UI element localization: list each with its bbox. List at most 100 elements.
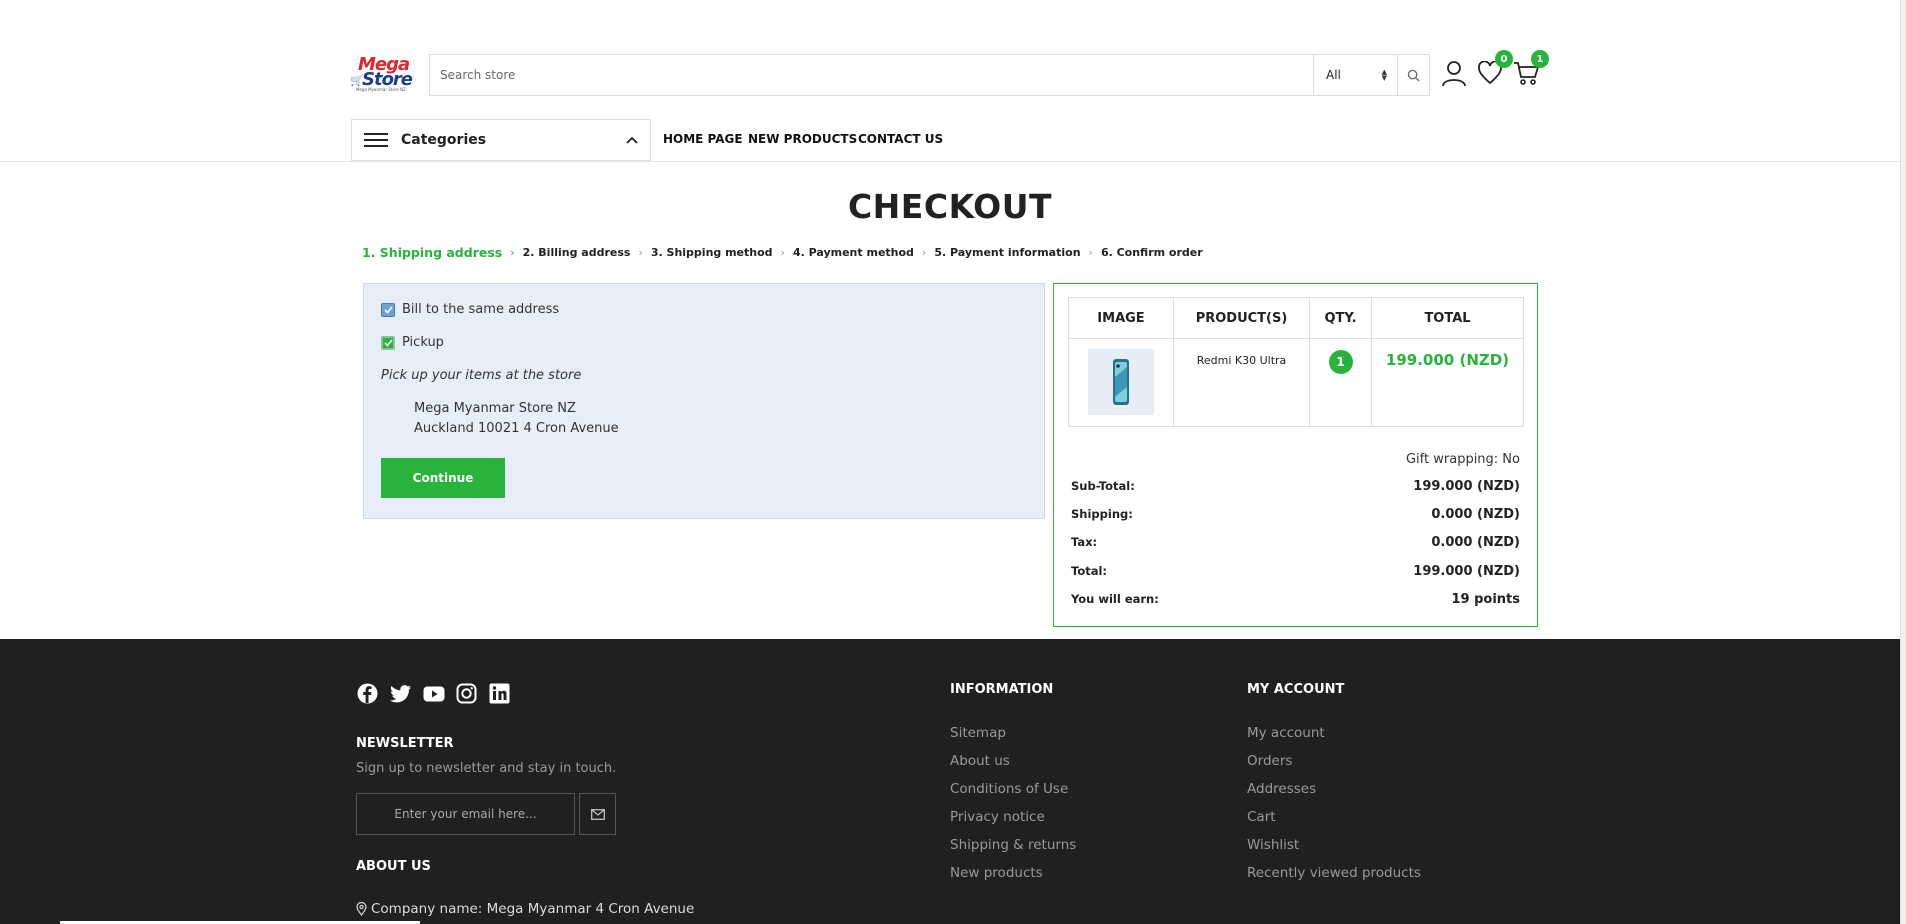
instagram-icon	[456, 683, 477, 704]
cell-image	[1068, 338, 1174, 427]
social-links	[356, 682, 511, 705]
step-shipping-address[interactable]: 1. Shipping address	[362, 245, 502, 260]
page-title: CHECKOUT	[847, 187, 1053, 226]
tax-label: Tax:	[1071, 535, 1098, 549]
location-pin-icon	[356, 902, 367, 916]
product-image[interactable]	[1088, 349, 1154, 415]
nav-contact-us[interactable]: CONTACT US	[858, 132, 943, 146]
nav-new-products[interactable]: NEW PRODUCTS	[748, 132, 857, 146]
newsletter-email-input[interactable]	[356, 793, 575, 835]
select-arrows-icon: ▲ ▼	[1381, 68, 1387, 82]
pickup-checkbox[interactable]	[381, 335, 395, 350]
information-title: INFORMATION	[950, 682, 1054, 697]
store-logo[interactable]: Mega 🛒 Store Mega Myanmar Store NZ	[350, 54, 413, 92]
footer-link-privacy-notice[interactable]: Privacy notice	[950, 809, 1045, 825]
checkout-steps: 1. Shipping address › 2. Billing address…	[362, 245, 1203, 260]
search-button[interactable]	[1397, 55, 1429, 95]
footer-link-cart[interactable]: Cart	[1247, 809, 1276, 825]
footer-link-shipping-returns[interactable]: Shipping & returns	[950, 837, 1076, 853]
my-account-title: MY ACCOUNT	[1247, 682, 1345, 697]
user-icon	[1442, 60, 1466, 86]
step-billing-address[interactable]: 2. Billing address	[523, 246, 631, 259]
mail-icon	[590, 808, 605, 820]
reward-points-label: You will earn:	[1071, 592, 1159, 606]
company-info: Company name: Mega Myanmar 4 Cron Avenue	[356, 901, 694, 917]
facebook-link[interactable]	[356, 682, 379, 705]
column-header-qty: QTY.	[1309, 297, 1372, 339]
step-separator-icon: ›	[510, 246, 515, 259]
wishlist-button[interactable]: 0	[1475, 50, 1513, 88]
footer: NEWSLETTER Sign up to newsletter and sta…	[0, 639, 1900, 924]
cart-button[interactable]: 1	[1511, 50, 1549, 88]
search-category-select[interactable]: All ▲ ▼	[1313, 55, 1397, 95]
footer-link-new-products[interactable]: New products	[950, 865, 1043, 881]
bill-same-address-option: Bill to the same address	[381, 302, 559, 317]
pickup-label: Pickup	[402, 335, 444, 350]
step-separator-icon: ›	[921, 246, 927, 259]
twitter-icon	[389, 684, 411, 702]
phone-icon	[1113, 359, 1129, 405]
check-icon	[383, 305, 393, 314]
facebook-icon	[357, 683, 378, 704]
column-header-products: PRODUCT(S)	[1173, 297, 1310, 339]
subtotal-value: 199.000 (NZD)	[1413, 479, 1520, 494]
footer-link-wishlist[interactable]: Wishlist	[1247, 837, 1299, 853]
footer-link-conditions-of-use[interactable]: Conditions of Use	[950, 781, 1068, 797]
youtube-icon	[423, 686, 444, 701]
cell-qty: 1	[1309, 338, 1372, 427]
table-header-row: IMAGE PRODUCT(S) QTY. TOTAL	[1068, 297, 1524, 339]
step-payment-method[interactable]: 4. Payment method	[793, 246, 914, 259]
youtube-link[interactable]	[422, 682, 445, 705]
bill-same-address-checkbox[interactable]	[381, 302, 395, 317]
shipping-value: 0.000 (NZD)	[1431, 507, 1520, 522]
chevron-up-icon	[626, 136, 638, 144]
tax-value: 0.000 (NZD)	[1431, 535, 1520, 550]
twitter-link[interactable]	[389, 682, 412, 705]
step-confirm-order[interactable]: 6. Confirm order	[1101, 246, 1203, 259]
search-input[interactable]	[430, 55, 1313, 95]
nav-home-page[interactable]: HOME PAGE	[663, 132, 743, 146]
step-payment-information[interactable]: 5. Payment information	[934, 246, 1080, 259]
logo-tagline: Mega Myanmar Store NZ	[356, 87, 406, 92]
continue-button[interactable]: Continue	[381, 458, 505, 498]
linkedin-link[interactable]	[488, 682, 511, 705]
account-button[interactable]	[1439, 58, 1469, 88]
linkedin-icon	[489, 683, 510, 704]
newsletter-subscribe-button[interactable]	[579, 793, 616, 835]
hamburger-icon	[364, 133, 388, 147]
reward-points-value: 19 points	[1451, 592, 1520, 607]
newsletter-text: Sign up to newsletter and stay in touch.	[356, 761, 617, 776]
cart-table: IMAGE PRODUCT(S) QTY. TOTAL Redmi K30 Ul…	[1068, 297, 1524, 427]
footer-link-recently-viewed[interactable]: Recently viewed products	[1247, 865, 1421, 881]
categories-label: Categories	[401, 132, 487, 148]
product-name[interactable]: Redmi K30 Ultra	[1174, 339, 1309, 367]
step-separator-icon: ›	[780, 246, 785, 259]
cell-total: 199.000 (NZD)	[1371, 338, 1524, 427]
footer-link-orders[interactable]: Orders	[1247, 753, 1292, 769]
instagram-link[interactable]	[455, 682, 478, 705]
vertical-scrollbar[interactable]	[1900, 0, 1906, 924]
check-icon	[383, 338, 393, 347]
bill-same-address-label: Bill to the same address	[402, 302, 560, 317]
shipping-address-panel: Bill to the same address Pickup Pick up …	[363, 283, 1045, 519]
step-separator-icon: ›	[638, 246, 643, 259]
subtotal-row: Sub-Total: 199.000 (NZD)	[1071, 479, 1520, 494]
column-header-total: TOTAL	[1371, 297, 1524, 339]
footer-link-addresses[interactable]: Addresses	[1247, 781, 1316, 797]
footer-link-my-account[interactable]: My account	[1247, 725, 1325, 741]
gift-wrapping-info: Gift wrapping: No	[1405, 452, 1520, 467]
categories-dropdown[interactable]: Categories	[351, 119, 651, 161]
footer-link-about-us[interactable]: About us	[950, 753, 1010, 769]
step-shipping-method[interactable]: 3. Shipping method	[651, 246, 773, 259]
shipping-label: Shipping:	[1071, 507, 1133, 521]
footer-link-sitemap[interactable]: Sitemap	[950, 725, 1006, 741]
pickup-option: Pickup	[381, 335, 444, 350]
total-label: Total:	[1071, 564, 1108, 578]
pickup-store-name[interactable]: Mega Myanmar Store NZ	[414, 401, 576, 416]
pickup-note: Pick up your items at the store	[381, 368, 582, 383]
header-divider	[0, 161, 1900, 162]
search-category-value: All	[1326, 68, 1341, 82]
total-value: 199.000 (NZD)	[1413, 564, 1520, 579]
subtotal-label: Sub-Total:	[1071, 479, 1135, 493]
product-qty-badge: 1	[1328, 350, 1353, 374]
